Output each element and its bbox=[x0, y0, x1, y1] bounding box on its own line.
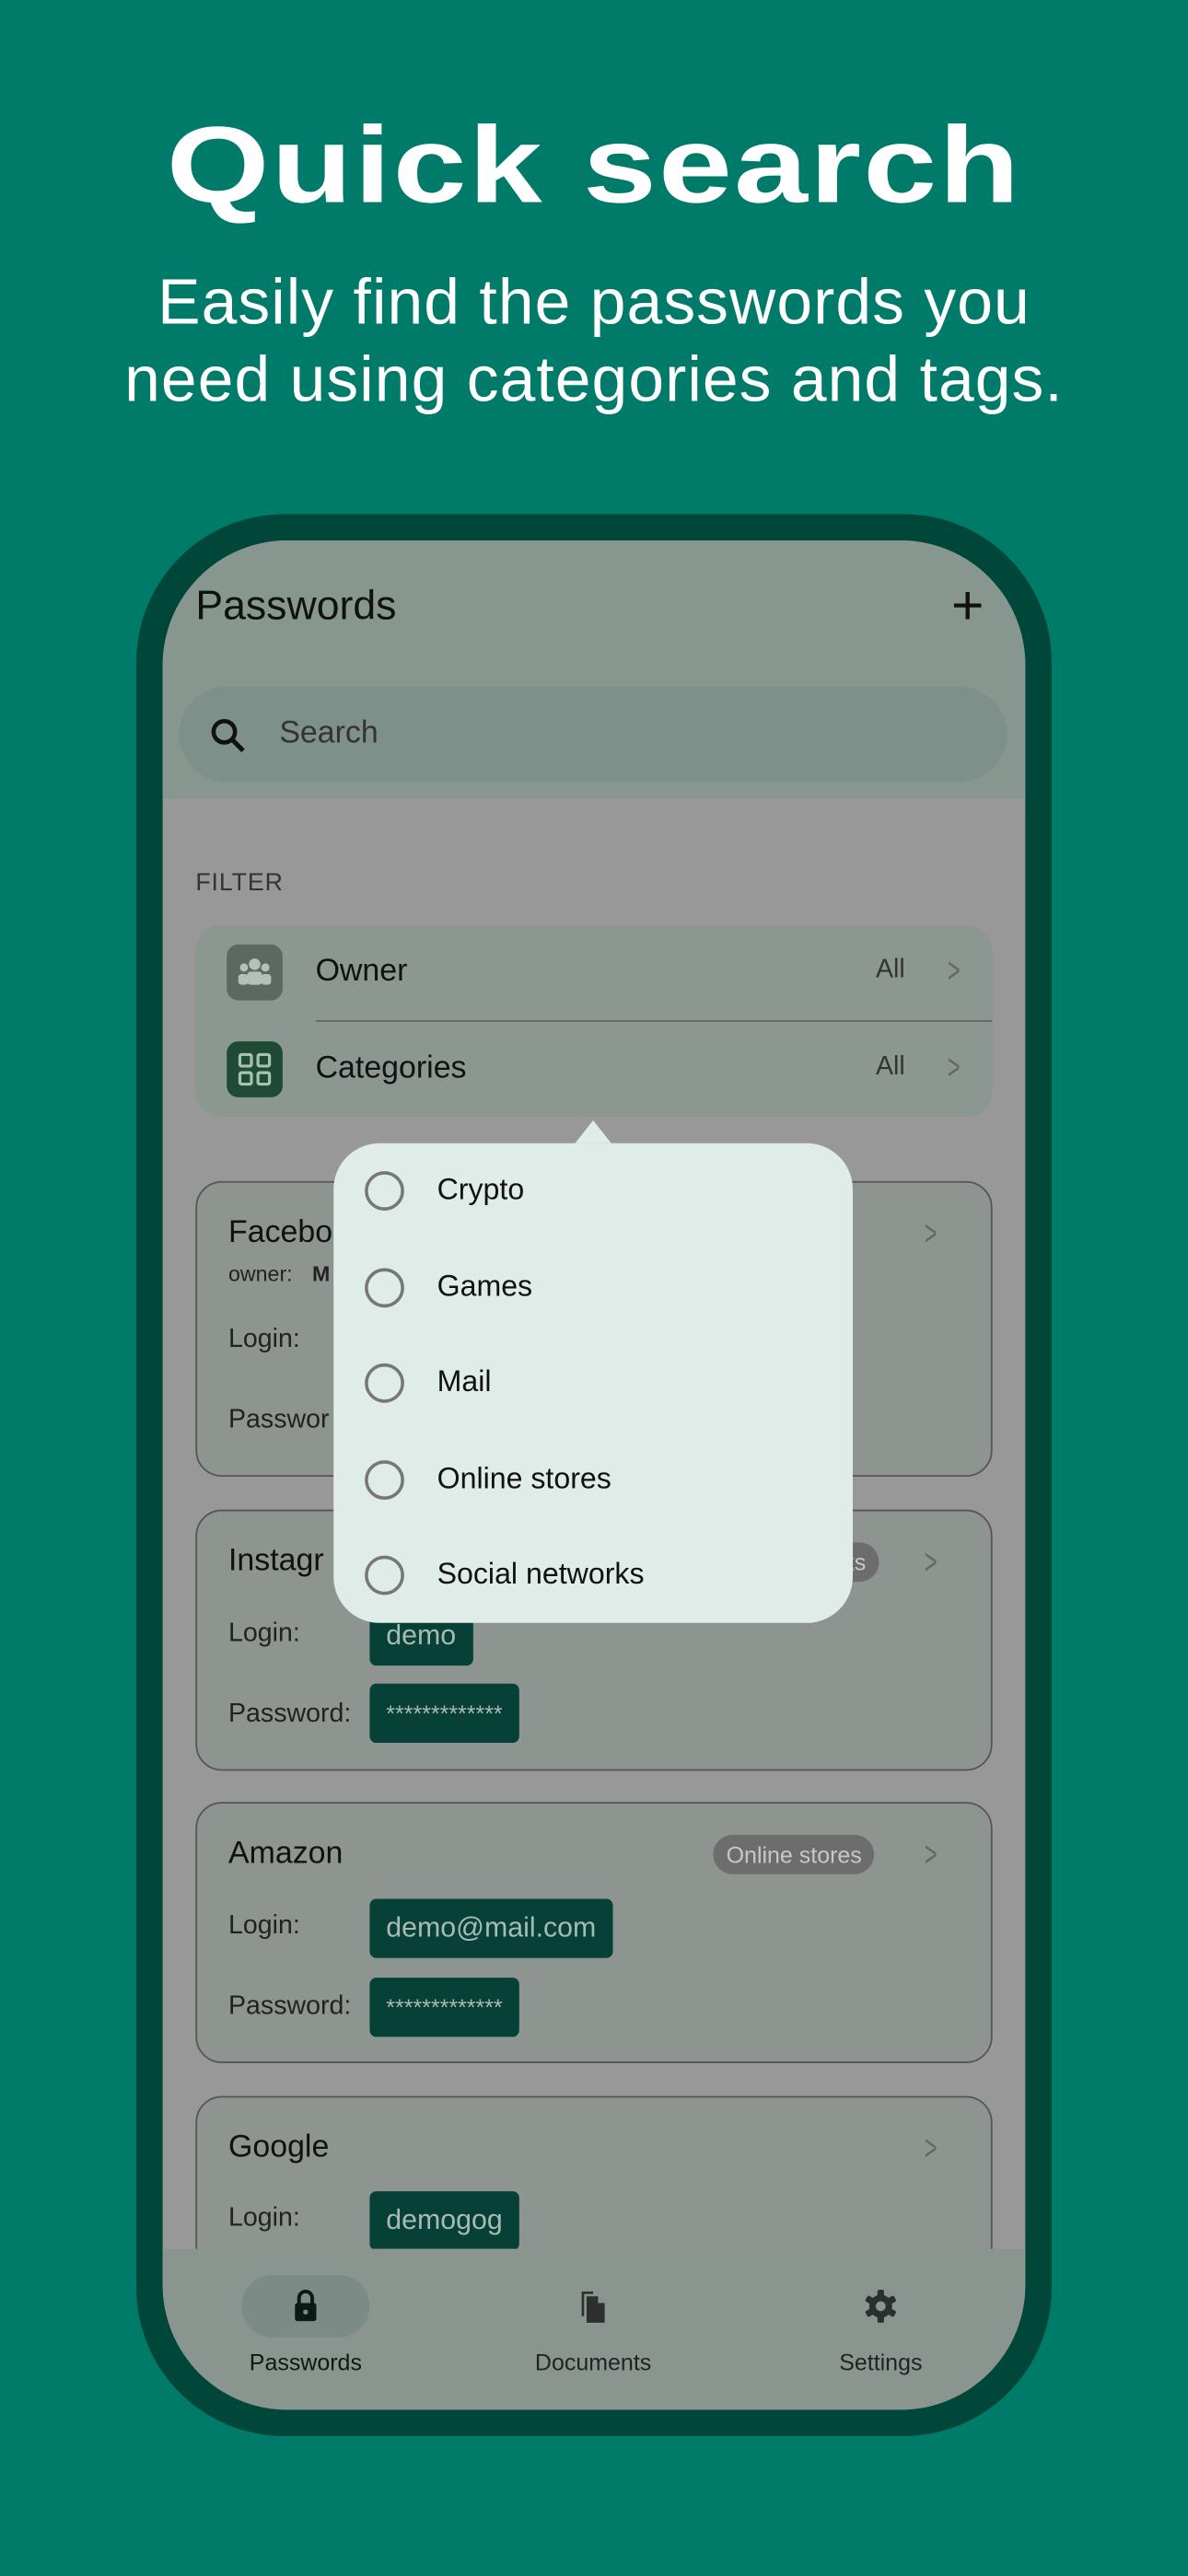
chevron-right-icon: > bbox=[924, 1833, 938, 1874]
card-title: Facebo bbox=[228, 1215, 333, 1250]
login-label: Login: bbox=[228, 1911, 300, 1941]
gear-icon bbox=[865, 2290, 896, 2323]
lock-icon bbox=[295, 2290, 317, 2322]
nav-item-settings[interactable]: Settings bbox=[765, 2249, 996, 2410]
search-input[interactable]: Search bbox=[179, 686, 1007, 783]
promo-stage: Quick search Easily find the passwords y… bbox=[0, 0, 1188, 2576]
option-label: Online stores bbox=[437, 1461, 611, 1495]
filter-row-owner[interactable]: Owner All > bbox=[195, 925, 992, 1020]
login-chip[interactable]: demogog bbox=[369, 2191, 519, 2251]
nav-item-passwords[interactable]: Passwords bbox=[191, 2249, 421, 2410]
chevron-right-icon: > bbox=[924, 2127, 938, 2169]
radio-button[interactable] bbox=[365, 1555, 404, 1595]
login-label: Login: bbox=[228, 1619, 300, 1648]
page-title: Passwords bbox=[195, 583, 397, 630]
chevron-right-icon: > bbox=[947, 949, 961, 991]
password-card[interactable]: Amazon Online stores > Login: demo@mail.… bbox=[195, 1802, 993, 2063]
card-title: Instagr bbox=[228, 1544, 324, 1579]
filter-label: FILTER bbox=[195, 868, 284, 898]
category-option-mail[interactable]: Mail bbox=[333, 1336, 853, 1431]
category-option-crypto[interactable]: Crypto bbox=[333, 1143, 853, 1238]
chevron-right-icon: > bbox=[924, 1212, 938, 1254]
filter-row-label: Owner bbox=[315, 954, 408, 990]
login-label: Login: bbox=[228, 2204, 300, 2233]
filter-row-value: All bbox=[875, 956, 905, 984]
promo-subtitle-line2: need using categories and tags. bbox=[124, 344, 1064, 416]
filter-row-categories[interactable]: Categories All > bbox=[195, 1022, 992, 1117]
chevron-right-icon: > bbox=[924, 1540, 938, 1583]
password-chip[interactable]: ************* bbox=[369, 1683, 519, 1744]
password-label: Passwor bbox=[228, 1406, 330, 1434]
promo-subtitle-line1: Easily find the passwords you bbox=[157, 267, 1031, 339]
grid-icon bbox=[227, 1041, 283, 1097]
bottom-nav: Passwords Documents Settings bbox=[162, 2248, 1026, 2410]
card-owner-value: M bbox=[311, 1261, 331, 1287]
login-chip[interactable]: demo@mail.com bbox=[369, 1898, 613, 1958]
documents-icon bbox=[581, 2291, 605, 2323]
category-option-social-networks[interactable]: Social networks bbox=[333, 1527, 853, 1622]
search-placeholder: Search bbox=[279, 715, 379, 751]
card-title: Google bbox=[228, 2130, 330, 2165]
filter-row-value: All bbox=[875, 1052, 905, 1082]
option-label: Mail bbox=[437, 1364, 492, 1398]
nav-item-documents[interactable]: Documents bbox=[478, 2249, 708, 2410]
plus-icon[interactable]: + bbox=[951, 574, 984, 639]
people-icon bbox=[227, 944, 283, 1001]
option-label: Social networks bbox=[437, 1557, 645, 1591]
option-label: Crypto bbox=[437, 1172, 525, 1206]
search-icon bbox=[211, 718, 245, 753]
app-bar: Passwords + Search bbox=[162, 540, 1026, 799]
categories-popup: Crypto Games Mail Online stores Social n… bbox=[333, 1143, 853, 1623]
nav-label: Settings bbox=[839, 2349, 923, 2375]
nav-label: Passwords bbox=[249, 2349, 362, 2375]
card-owner-label: owner: bbox=[228, 1261, 293, 1287]
chevron-right-icon: > bbox=[947, 1046, 961, 1088]
password-label: Password: bbox=[228, 1700, 352, 1728]
login-label: Login: bbox=[228, 1325, 300, 1354]
radio-button[interactable] bbox=[365, 1363, 404, 1403]
filter-row-label: Categories bbox=[315, 1050, 467, 1086]
radio-button[interactable] bbox=[365, 1171, 404, 1211]
category-option-online-stores[interactable]: Online stores bbox=[333, 1433, 853, 1527]
option-label: Games bbox=[437, 1270, 533, 1303]
popup-arrow bbox=[575, 1120, 611, 1143]
radio-button[interactable] bbox=[365, 1268, 404, 1308]
card-title: Amazon bbox=[228, 1836, 344, 1872]
filter-card: Owner All > Categories All > bbox=[195, 924, 993, 1118]
password-chip[interactable]: ************* bbox=[369, 1978, 519, 2037]
radio-button[interactable] bbox=[365, 1460, 404, 1500]
category-tag: Online stores bbox=[713, 1834, 876, 1874]
promo-headline: Quick search bbox=[166, 103, 1022, 226]
nav-label: Documents bbox=[534, 2349, 652, 2375]
password-label: Password: bbox=[228, 1992, 352, 2021]
category-option-games[interactable]: Games bbox=[333, 1240, 853, 1335]
phone-screen: Passwords + Search FILTER Owner All > Ca… bbox=[162, 540, 1026, 2410]
